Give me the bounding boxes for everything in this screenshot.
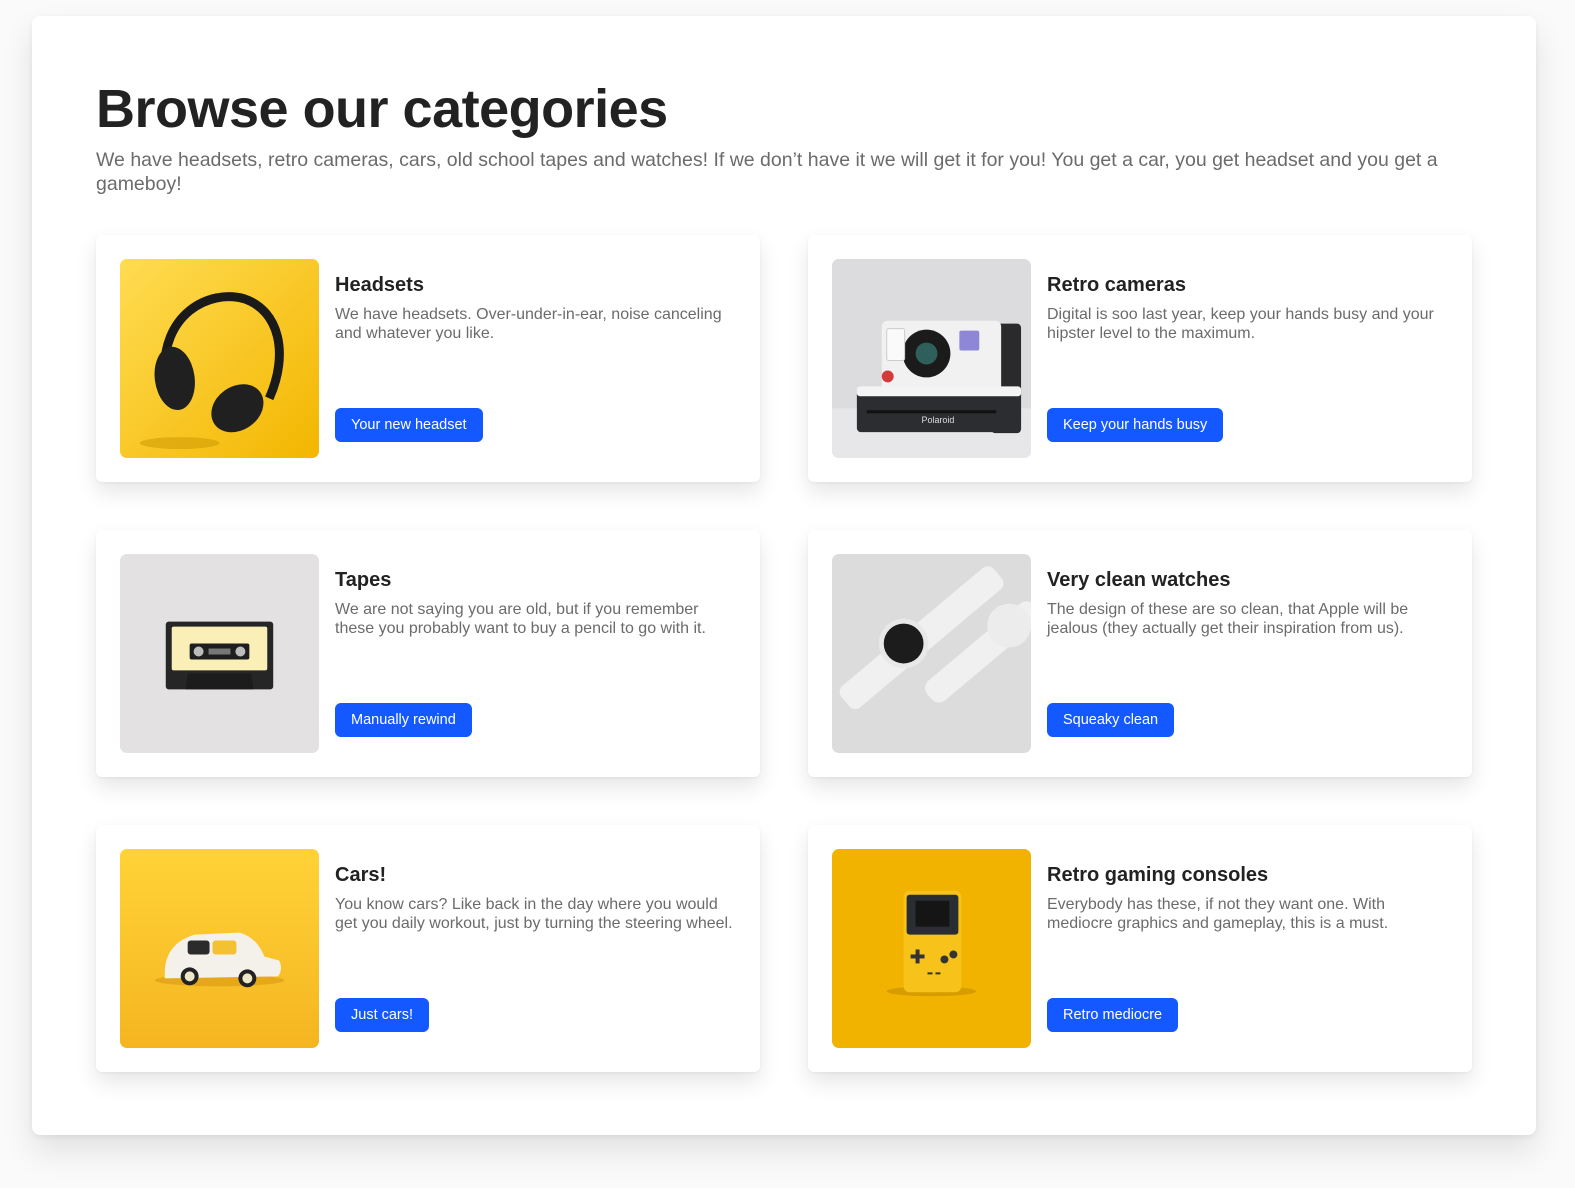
retro-cameras-button[interactable]: Keep your hands busy [1047,408,1224,442]
category-description: Everybody has these, if not they want on… [1047,896,1389,932]
category-title: Cars! [335,864,387,886]
cassette-tape-image [120,554,319,753]
category-title: Retro cameras [1047,274,1186,296]
headset-button[interactable]: Your new headset [335,408,483,442]
toy-car-image [120,849,319,1048]
gaming-consoles-button[interactable]: Retro mediocre [1047,998,1179,1032]
category-card-retro-cameras: Polaroid Retro cameras Digital is soo la… [808,235,1472,482]
category-description: You know cars? Like back in the day wher… [335,896,733,932]
category-title: Tapes [335,569,392,591]
watches-button[interactable]: Squeaky clean [1047,703,1175,737]
tapes-button[interactable]: Manually rewind [335,703,472,737]
category-card-gaming-consoles: Retro gaming consoles Everybody has thes… [808,825,1472,1072]
category-description: Digital is soo last year, keep your hand… [1047,306,1434,342]
cars-button[interactable]: Just cars! [335,998,430,1032]
svg-text:Polaroid: Polaroid [922,415,955,425]
category-card-watches: Very clean watches The design of these a… [808,530,1472,777]
polaroid-camera-image: Polaroid [832,259,1031,458]
page-title: Browse our categories [96,79,668,139]
category-card-cars: Cars! You know cars? Like back in the da… [96,825,760,1072]
gameboy-image [832,849,1031,1048]
category-card-headsets: Headsets We have headsets. Over-under-in… [96,235,760,482]
category-title: Headsets [335,274,424,296]
category-description: The design of these are so clean, that A… [1047,601,1409,637]
category-card-tapes: Tapes We are not saying you are old, but… [96,530,760,777]
white-watches-image [832,554,1031,753]
category-description: We are not saying you are old, but if yo… [335,601,706,637]
category-title: Very clean watches [1047,569,1231,591]
page-intro: We have headsets, retro cameras, cars, o… [96,149,1438,195]
category-description: We have headsets. Over-under-in-ear, noi… [335,306,722,342]
category-title: Retro gaming consoles [1047,864,1269,886]
page-container: Browse our categories We have headsets, … [32,16,1536,1135]
headphones-image [120,259,319,458]
